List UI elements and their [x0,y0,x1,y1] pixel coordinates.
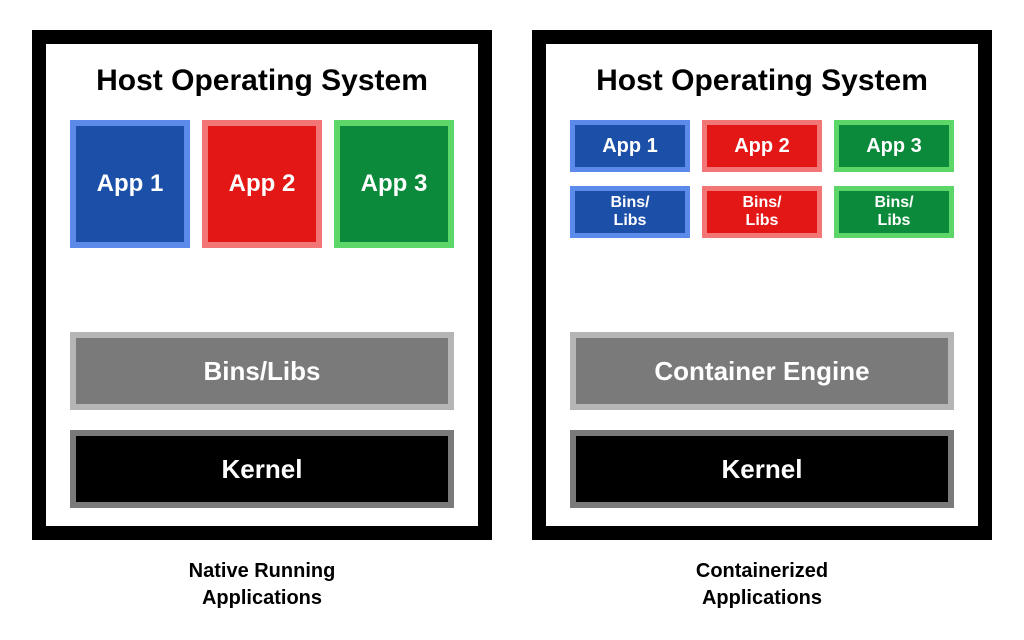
containerized-apps-area: App 1 App 2 App 3 Bins/Libs Bins/Libs Bi… [570,120,954,238]
native-kernel-bar: Kernel [70,430,454,508]
native-apps-row: App 1 App 2 App 3 [70,120,454,248]
containerized-panel: Host Operating System App 1 App 2 App 3 … [532,30,992,540]
native-app-3: App 3 [334,120,454,248]
native-caption-line2: Applications [189,585,336,612]
containerized-app-2: App 2 [702,120,822,172]
containerized-app-3: App 3 [834,120,954,172]
containerized-apps-row: App 1 App 2 App 3 [570,120,954,172]
native-app-1: App 1 [70,120,190,248]
containerized-caption-line2: Applications [696,585,828,612]
containerized-bins-3: Bins/Libs [834,186,954,238]
container-engine-bar: Container Engine [570,332,954,410]
containerized-kernel-bar: Kernel [570,430,954,508]
native-app-2: App 2 [202,120,322,248]
native-caption: Native Running Applications [189,558,336,612]
native-caption-line1: Native Running [189,558,336,585]
containerized-column: Host Operating System App 1 App 2 App 3 … [532,30,992,612]
native-bins-libs-bar: Bins/Libs [70,332,454,410]
native-host-title: Host Operating System [70,64,454,98]
native-column: Host Operating System App 1 App 2 App 3 … [32,30,492,612]
containerized-host-title: Host Operating System [570,64,954,98]
containerized-caption: Containerized Applications [696,558,828,612]
containerized-bins-1: Bins/Libs [570,186,690,238]
containerized-bins-row: Bins/Libs Bins/Libs Bins/Libs [570,186,954,238]
native-panel: Host Operating System App 1 App 2 App 3 … [32,30,492,540]
containerized-app-1: App 1 [570,120,690,172]
containerized-caption-line1: Containerized [696,558,828,585]
containerized-bins-2: Bins/Libs [702,186,822,238]
